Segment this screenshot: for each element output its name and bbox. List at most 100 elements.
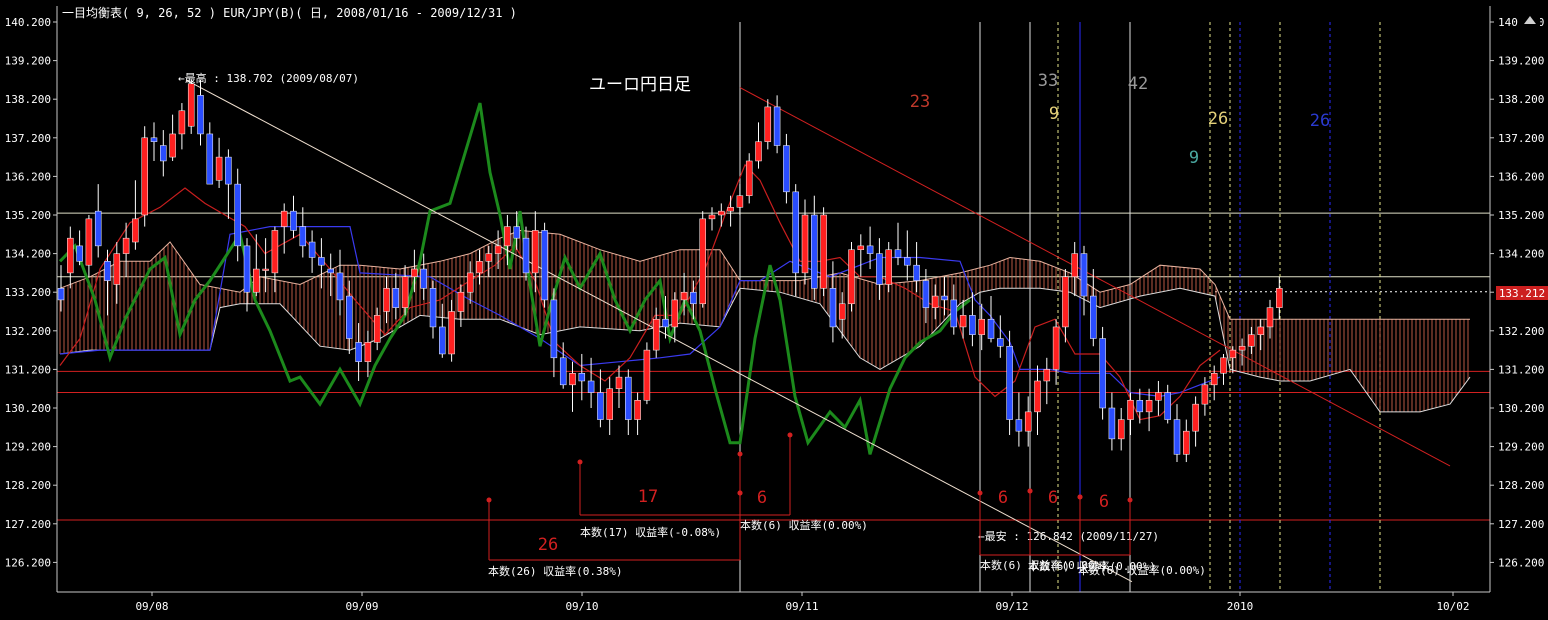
x-tick-label: 09/08: [135, 600, 168, 613]
y-tick-label-left: 133.200: [5, 286, 51, 299]
candle-body: [671, 299, 679, 328]
candle-body: [848, 249, 855, 305]
bracket-6a-dot-end: [787, 432, 793, 438]
candle-body: [783, 145, 790, 193]
candle-body: [132, 218, 139, 243]
candle-body: [160, 145, 167, 162]
candle-body: [699, 218, 706, 305]
candle-body: [420, 268, 427, 289]
candle-body: [392, 288, 400, 308]
candle-body: [838, 303, 846, 320]
candle-body: [559, 357, 567, 386]
bracket-6d-dot-end: [1127, 497, 1133, 503]
candle-body: [1043, 369, 1051, 382]
x-tick-label: 09/11: [785, 600, 818, 613]
candle-body: [485, 253, 493, 262]
candle-body: [625, 376, 632, 420]
candle-body: [429, 288, 437, 328]
segment-count-6c: 6: [1048, 488, 1058, 508]
low-annotation: ←最安 : 126.842 (2009/11/27): [978, 529, 1159, 543]
candle-body: [225, 156, 232, 185]
return-note-26: 本数(26) 収益率(0.38%): [488, 564, 622, 578]
candle-body: [1229, 349, 1237, 359]
candle-body: [1052, 326, 1060, 370]
candle-body: [652, 318, 660, 351]
candle-body: [578, 373, 586, 382]
candle-body: [913, 264, 920, 281]
candle-body: [466, 272, 474, 293]
current-price-label: 133.212: [1499, 287, 1545, 300]
wave-count-33: 33: [1038, 71, 1058, 91]
y-tick-label-left: 130.200: [5, 402, 51, 415]
candle-body: [792, 191, 799, 274]
candle-body: [885, 249, 892, 285]
wave-count-42: 42: [1128, 74, 1148, 94]
wave-count-23: 23: [910, 92, 930, 112]
candle-body: [941, 295, 948, 301]
x-tick-label: 09/12: [995, 600, 1028, 613]
candle-body: [1080, 253, 1088, 297]
candle-body: [718, 210, 725, 216]
candle-body: [169, 133, 176, 158]
candle-body: [1024, 411, 1032, 432]
y-tick-label-left: 127.200: [5, 518, 51, 531]
candle-body: [327, 268, 334, 274]
candle-body: [253, 268, 260, 293]
candle-body: [829, 288, 837, 328]
y-tick-label-right: 138.200: [1498, 93, 1544, 106]
y-tick-label-left: 137.200: [5, 132, 51, 145]
ichimoku-chart: ←最高 : 138.702 (2009/08/07) ←最安 : 126.842 …: [0, 0, 1548, 620]
candle-body: [541, 230, 548, 301]
y-tick-label-right: 129.200: [1498, 441, 1544, 454]
candle-body: [522, 237, 530, 274]
candle-body: [85, 218, 93, 266]
y-tick-label-right: 139.200: [1498, 55, 1544, 68]
candle-body: [532, 230, 539, 274]
y-tick-label-right: 136.200: [1498, 170, 1544, 183]
segment-count-6a: 6: [757, 488, 767, 508]
segment-count-6b: 6: [998, 488, 1008, 508]
candle-body: [1034, 380, 1041, 413]
y-tick-label-right: 130.200: [1498, 402, 1544, 415]
candle-body: [773, 106, 781, 146]
candle-body: [401, 276, 409, 308]
candle-body: [801, 214, 809, 274]
bracket-17-dot-start: [577, 459, 583, 465]
return-note-6d: 本数(6) 収益率(0.00%): [1078, 563, 1206, 577]
candle-body: [299, 226, 307, 247]
candle-body: [894, 249, 902, 258]
candle-body: [243, 245, 251, 293]
y-tick-label-left: 132.200: [5, 325, 51, 338]
candle-body: [662, 318, 669, 328]
candle-body: [708, 214, 716, 220]
candle-body: [336, 272, 344, 301]
candle-body: [690, 291, 697, 305]
candle-body: [1201, 384, 1209, 405]
candle-body: [215, 156, 223, 181]
candle-body: [1192, 403, 1199, 432]
y-tick-label-right: 132.200: [1498, 325, 1544, 338]
x-tick-label: 09/10: [565, 600, 598, 613]
candle-body: [373, 315, 381, 343]
candle-body: [1266, 307, 1274, 328]
x-tick-label: 10/02: [1436, 600, 1469, 613]
bracket-6c-dot-start: [1027, 488, 1033, 494]
candle-body: [811, 214, 818, 289]
candle-body: [187, 83, 195, 127]
candle-body: [587, 380, 595, 393]
segment-count-26: 26: [538, 535, 558, 555]
candle-body: [476, 261, 483, 274]
candle-body: [290, 210, 297, 231]
candle-body: [67, 237, 74, 274]
candle-body: [150, 137, 158, 142]
candle-body: [904, 257, 911, 266]
candle-body: [1099, 338, 1106, 409]
candle-body: [1220, 357, 1227, 374]
candle-body: [271, 230, 279, 274]
y-tick-label-right: 134.200: [1498, 248, 1544, 261]
y-tick-label-right: 128.200: [1498, 479, 1544, 492]
candle-body: [764, 106, 772, 142]
candle-body: [494, 245, 502, 254]
candle-body: [876, 253, 883, 285]
x-tick-label: 2010: [1227, 600, 1254, 613]
